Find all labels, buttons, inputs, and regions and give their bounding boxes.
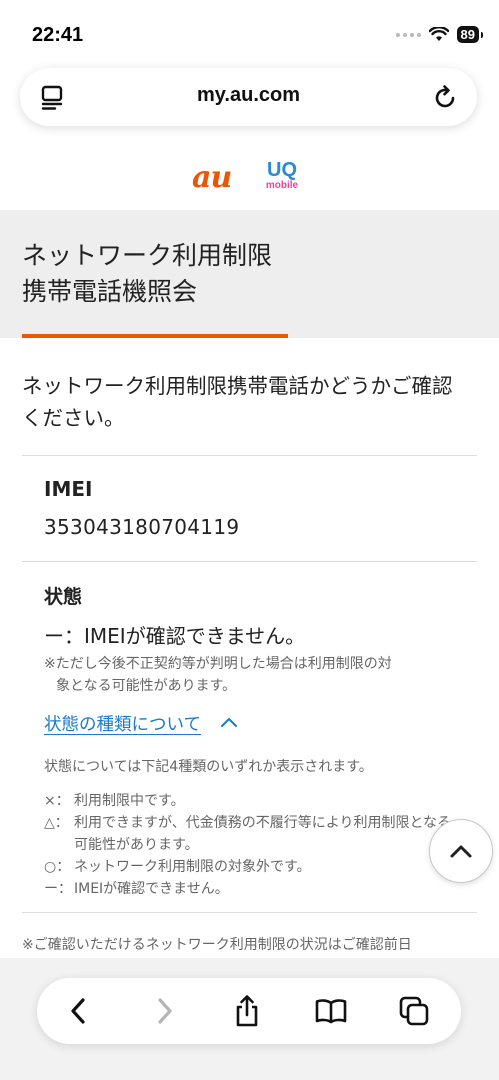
reload-icon[interactable]	[433, 83, 459, 111]
legend-item: ○： ネットワーク利用制限の対象外です。	[44, 856, 454, 878]
legend-item: △： 利用できますが、代金債務の不履行等により利用制限となる可能性があります。	[44, 812, 454, 856]
state-note-line2: 象となる可能性があります。	[56, 678, 237, 694]
tabs-icon	[399, 996, 429, 1026]
uq-mobile-logo: UQ mobile	[262, 160, 302, 200]
uq-logo-text: UQ	[267, 159, 297, 181]
battery-indicator: 89	[456, 26, 484, 43]
bookmarks-icon	[315, 999, 347, 1024]
share-icon	[236, 995, 258, 1027]
state-legend-list: ×： 利用制限中です。 △： 利用できますが、代金債務の不履行等により利用制限と…	[44, 790, 454, 900]
address-bar[interactable]: my.au.com	[20, 68, 477, 126]
intro-line1: ネットワーク利用制限携帯電話かどうかご確認	[22, 374, 453, 398]
brand-logos: au UQ mobile	[0, 156, 499, 202]
status-indicators: 89	[395, 26, 484, 43]
divider	[22, 455, 477, 456]
uq-logo-subtext: mobile	[265, 180, 299, 191]
state-types-link[interactable]: 状態の種類について	[44, 711, 201, 736]
state-note-line1: ※ただし今後不正契約等が判明した場合は利用制限の対	[44, 656, 392, 672]
state-types-description: 状態については下記4種類のいずれか表示されます。	[44, 759, 373, 775]
signal-dots-icon	[395, 32, 421, 37]
status-time: 22:41	[32, 24, 84, 46]
back-icon	[71, 998, 85, 1024]
wifi-icon	[428, 27, 449, 41]
legend-text: 利用制限中です。	[74, 793, 185, 809]
legend-mark: ○：	[44, 859, 71, 875]
intro-text: ネットワーク利用制限携帯電話かどうかご確認 ください。	[22, 370, 482, 434]
title-accent-underline	[22, 334, 288, 338]
chevron-up-icon[interactable]	[220, 714, 238, 730]
page-title-line1: ネットワーク利用制限	[22, 241, 273, 270]
legend-item: ×： 利用制限中です。	[44, 790, 454, 812]
legend-item: ー： IMEIが確認できません。	[44, 878, 454, 900]
browser-toolbar	[37, 978, 461, 1044]
intro-line2: ください。	[22, 406, 125, 430]
state-label: 状態	[44, 586, 83, 608]
back-button[interactable]	[61, 994, 95, 1028]
state-note: ※ただし今後不正契約等が判明した場合は利用制限の対 象となる可能性があります。	[44, 653, 464, 697]
page-title-line2: 携帯電話機照会	[22, 277, 198, 306]
share-button[interactable]	[230, 994, 264, 1028]
legend-mark: △：	[44, 815, 69, 831]
divider	[22, 561, 477, 562]
forward-icon	[158, 998, 172, 1024]
status-bar: 22:41 89	[0, 0, 499, 62]
forward-button[interactable]	[148, 994, 182, 1028]
legend-text: IMEIが確認できません。	[74, 881, 229, 897]
page-title: ネットワーク利用制限 携帯電話機照会	[22, 238, 272, 310]
legend-mark: ×：	[44, 793, 70, 809]
legend-text: 利用できますが、代金債務の不履行等により利用制限となる可能性があります。	[74, 815, 452, 853]
tabs-button[interactable]	[397, 994, 431, 1028]
bookmarks-button[interactable]	[314, 994, 348, 1028]
legend-mark: ー：	[44, 881, 72, 897]
chevron-up-icon	[450, 845, 472, 858]
au-logo: au	[192, 160, 232, 195]
imei-label: IMEI	[44, 477, 93, 501]
imei-value: 353043180704119	[44, 515, 240, 539]
legend-text: ネットワーク利用制限の対象外です。	[74, 859, 311, 875]
divider	[22, 912, 477, 913]
page-title-band: ネットワーク利用制限 携帯電話機照会	[0, 210, 499, 338]
state-value: ー：IMEIが確認できません。	[44, 624, 306, 648]
bottom-note: ※ご確認いただけるネットワーク利用制限の状況はご確認前日	[22, 937, 412, 953]
scroll-to-top-button[interactable]	[429, 819, 493, 883]
url-text[interactable]: my.au.com	[20, 84, 477, 107]
